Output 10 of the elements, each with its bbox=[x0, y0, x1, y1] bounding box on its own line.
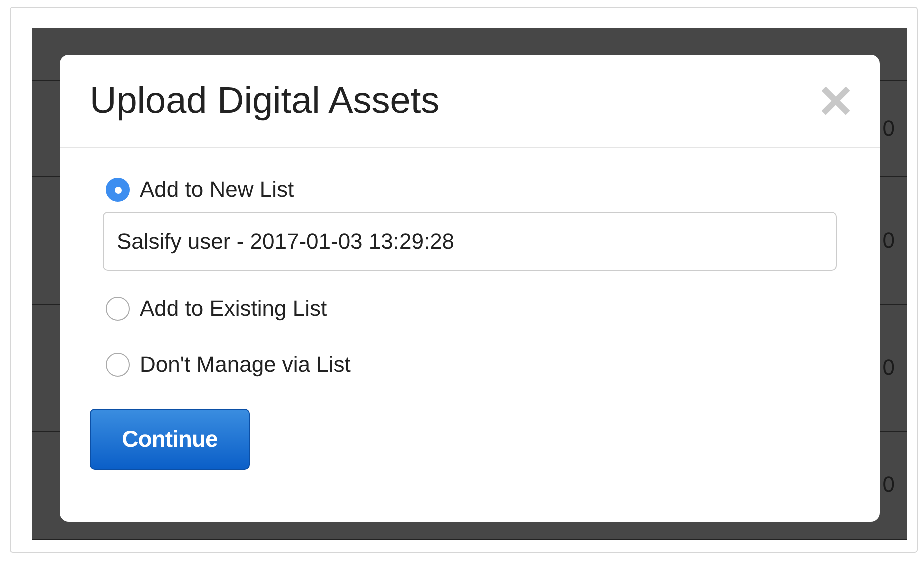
radio-button[interactable] bbox=[106, 178, 130, 202]
radio-button[interactable] bbox=[106, 297, 130, 321]
option-label: Add to Existing List bbox=[140, 296, 328, 322]
radio-button[interactable] bbox=[106, 353, 130, 377]
list-name-field[interactable]: Salsify user - 2017-01-03 13:29:28 bbox=[103, 212, 837, 271]
option-label: Add to New List bbox=[140, 177, 294, 203]
close-icon[interactable] bbox=[822, 87, 850, 115]
option-label: Don't Manage via List bbox=[140, 352, 351, 378]
dialog-title: Upload Digital Assets bbox=[90, 80, 440, 122]
continue-button[interactable]: Continue bbox=[90, 409, 250, 470]
